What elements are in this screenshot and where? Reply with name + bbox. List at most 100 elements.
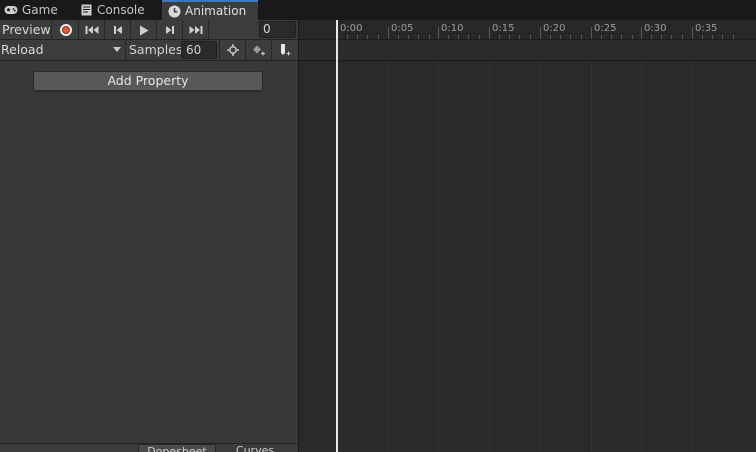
ruler-minor-tick (661, 35, 662, 39)
samples-label: Samples (129, 42, 183, 57)
animation-properties-panel: Preview 0 Reload Samples 60 Add Property… (0, 20, 299, 452)
ruler-minor-tick (367, 35, 368, 39)
tab-console-label: Console (97, 3, 145, 17)
ruler-minor-tick (722, 35, 723, 39)
preview-toggle[interactable]: Preview (0, 20, 52, 40)
dopesheet-timeline[interactable]: 0:00 0:05 0:10 0:15 0:20 0:25 0:30 0:35 (299, 20, 756, 452)
filter-by-selection-button[interactable] (219, 40, 245, 60)
timeline-gridline (641, 61, 642, 452)
current-frame-field[interactable]: 0 (259, 21, 296, 38)
ruler-tick-label: 0:30 (644, 23, 667, 34)
first-keyframe-button[interactable] (79, 20, 105, 40)
ruler-minor-tick (702, 35, 703, 39)
ruler-tick-label: 0:10 (441, 23, 464, 34)
tab-game-label: Game (22, 3, 58, 17)
last-keyframe-button[interactable] (183, 20, 209, 40)
ruler-minor-tick (378, 35, 379, 39)
event-track[interactable] (299, 40, 756, 61)
tab-animation[interactable]: Animation (162, 0, 258, 20)
ruler-minor-tick (418, 35, 419, 39)
ruler-minor-tick (632, 35, 633, 39)
clock-icon (166, 3, 182, 19)
ruler-minor-tick (509, 35, 510, 39)
add-event-icon (280, 44, 290, 56)
timeline-gridline (591, 61, 592, 452)
previous-keyframe-button[interactable] (105, 20, 131, 40)
ruler-major-tick (388, 27, 389, 39)
ruler-minor-tick (560, 35, 561, 39)
ruler-minor-tick (347, 35, 348, 39)
ruler-major-tick (641, 27, 642, 39)
timeline-gridline (540, 61, 541, 452)
ruler-minor-tick (712, 35, 713, 39)
ruler-minor-tick (448, 35, 449, 39)
step-forward-icon (165, 26, 174, 34)
ruler-tick-label: 0:25 (594, 23, 617, 34)
ruler-minor-tick (651, 35, 652, 39)
timeline-gridline (388, 61, 389, 452)
playback-toolbar: Preview 0 (0, 20, 299, 40)
ruler-minor-tick (468, 35, 469, 39)
ruler-tick-label: 0:00 (340, 23, 363, 34)
ruler-major-tick (692, 27, 693, 39)
playhead[interactable] (336, 20, 338, 452)
ruler-major-tick (540, 27, 541, 39)
ruler-minor-tick (429, 35, 430, 39)
timeline-gridline (489, 61, 490, 452)
add-property-button[interactable]: Add Property (33, 71, 263, 91)
ruler-minor-tick (581, 35, 582, 39)
ruler-tick-label: 0:15 (492, 23, 515, 34)
ruler-tick-label: 0:35 (695, 23, 718, 34)
chevron-down-icon (113, 47, 121, 52)
clip-dropdown[interactable]: Reload (0, 40, 126, 60)
timeline-gridline (692, 61, 693, 452)
samples-field[interactable]: 60 (181, 41, 217, 59)
gamepad-icon (3, 2, 19, 18)
play-icon (139, 25, 148, 35)
next-keyframe-button[interactable] (157, 20, 183, 40)
crosshair-icon (226, 44, 239, 56)
time-ruler[interactable]: 0:00 0:05 0:10 0:15 0:20 0:25 0:30 0:35 (299, 20, 756, 40)
ruler-tick-label: 0:05 (391, 23, 414, 34)
ruler-minor-tick (550, 35, 551, 39)
ruler-major-tick (489, 27, 490, 39)
ruler-minor-tick (408, 35, 409, 39)
ruler-minor-tick (357, 35, 358, 39)
clip-toolbar: Reload Samples 60 (0, 40, 299, 61)
view-mode-tabs: Dopesheet Curves (0, 443, 299, 452)
ruler-minor-tick (398, 35, 399, 39)
ruler-minor-tick (479, 35, 480, 39)
ruler-major-tick (591, 27, 592, 39)
ruler-minor-tick (570, 35, 571, 39)
timeline-gridline (438, 61, 439, 452)
ruler-minor-tick (611, 35, 612, 39)
ruler-minor-tick (499, 35, 500, 39)
skip-to-end-icon (189, 26, 202, 34)
add-keyframe-button[interactable] (245, 40, 271, 60)
tab-curves[interactable]: Curves (220, 444, 290, 452)
add-keyframe-icon (252, 45, 265, 56)
tab-animation-label: Animation (185, 4, 247, 18)
tab-console[interactable]: Console (78, 0, 158, 20)
play-button[interactable] (131, 20, 157, 40)
ruler-major-tick (438, 27, 439, 39)
window-tab-bar: Game Console Animation (0, 0, 756, 20)
ruler-minor-tick (671, 35, 672, 39)
ruler-tick-label: 0:20 (543, 23, 566, 34)
ruler-minor-tick (519, 35, 520, 39)
skip-to-start-icon (85, 26, 98, 34)
clip-dropdown-value: Reload (1, 42, 44, 57)
ruler-minor-tick (601, 35, 602, 39)
console-icon (78, 2, 94, 18)
ruler-minor-tick (621, 35, 622, 39)
ruler-minor-tick (530, 35, 531, 39)
record-button[interactable] (53, 20, 79, 40)
step-back-icon (113, 26, 122, 34)
ruler-minor-tick (733, 35, 734, 39)
add-event-button[interactable] (271, 40, 297, 60)
tab-dopesheet[interactable]: Dopesheet (138, 444, 216, 452)
ruler-minor-tick (682, 35, 683, 39)
record-icon (59, 24, 72, 36)
ruler-minor-tick (458, 35, 459, 39)
tab-game[interactable]: Game (3, 0, 75, 20)
